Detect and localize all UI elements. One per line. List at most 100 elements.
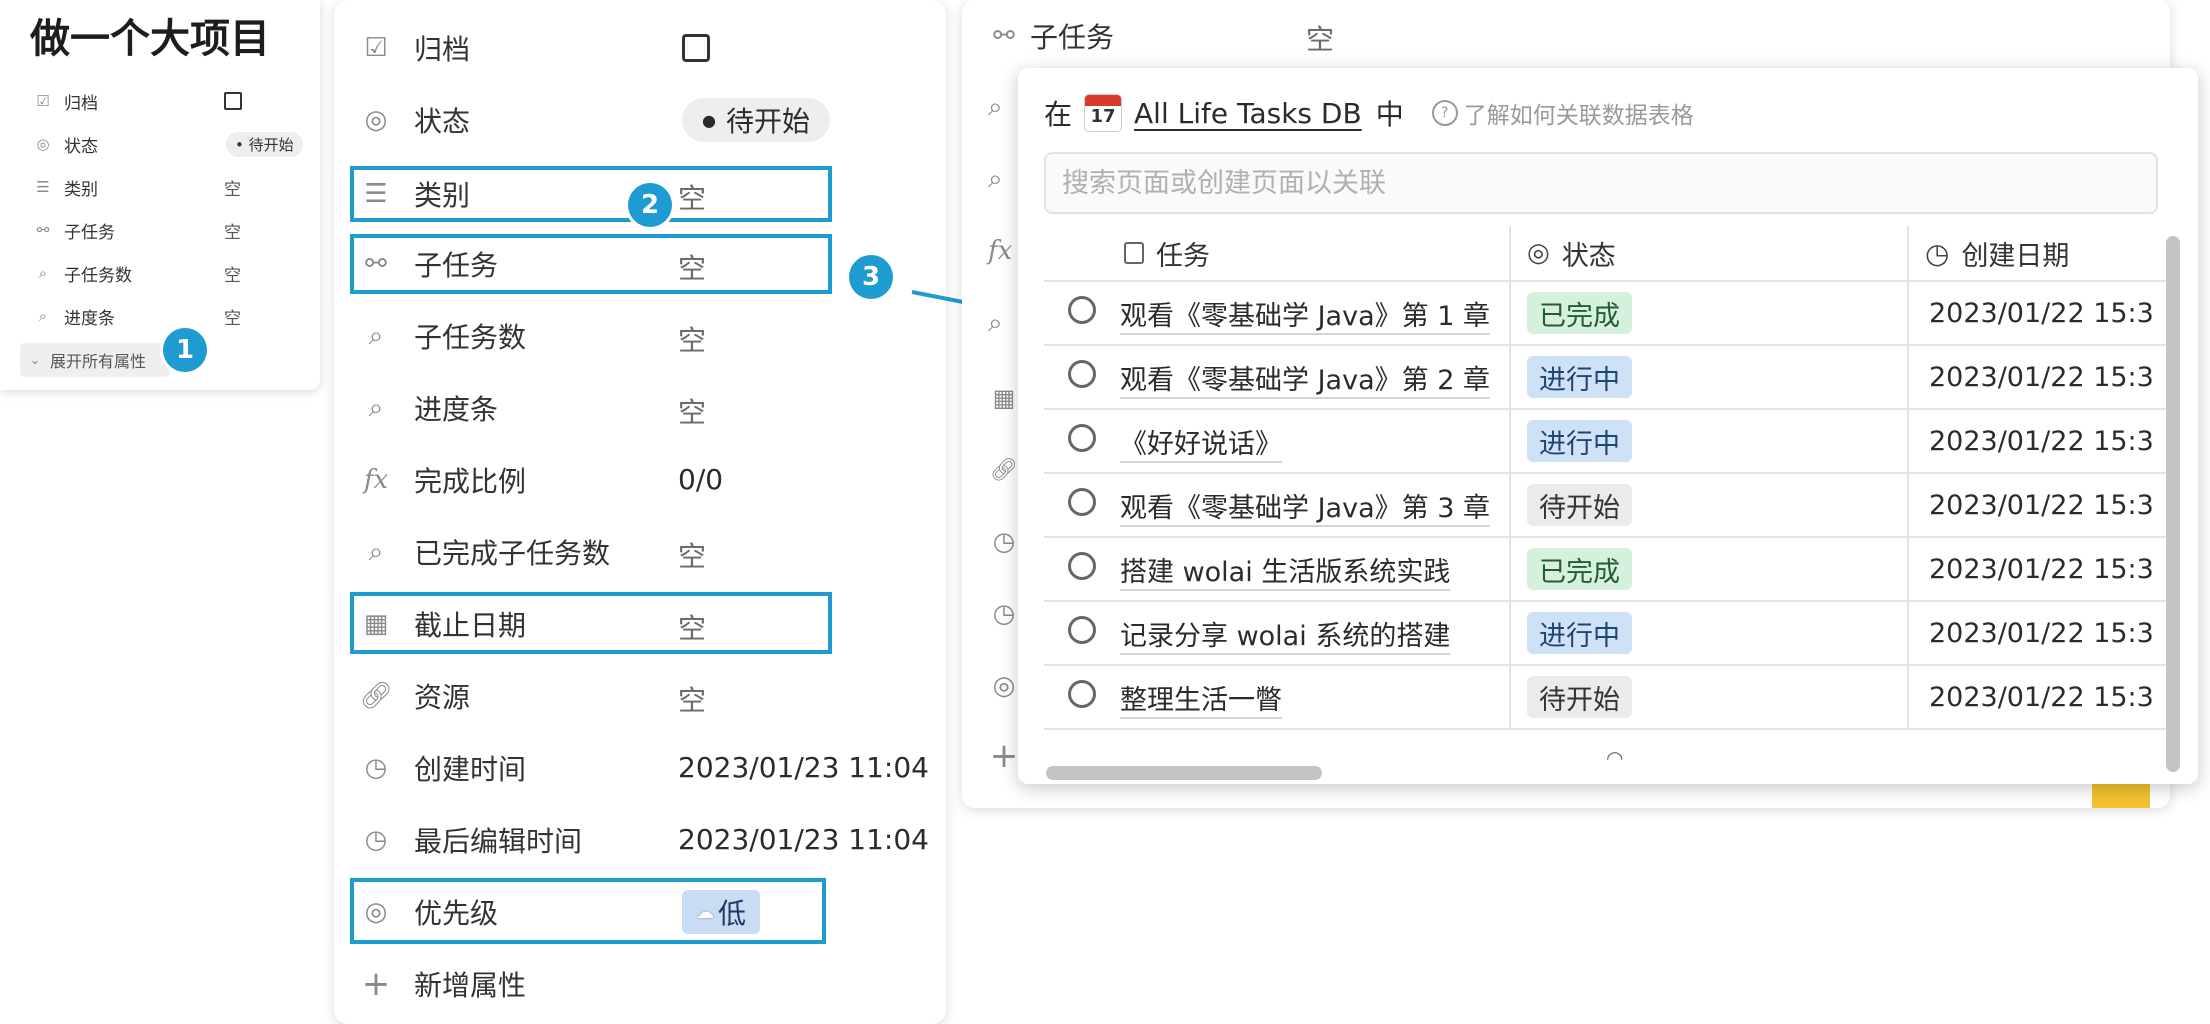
prop-completion[interactable]: fx 完成比例	[360, 453, 920, 507]
row-select-radio[interactable]	[1068, 359, 1096, 388]
column-header-created[interactable]: ◷ 创建日期	[1908, 226, 2178, 282]
calendar-icon: ▦	[992, 384, 1016, 412]
prop-label: 创建时间	[414, 753, 527, 786]
status-pill[interactable]: ● 待开始	[682, 98, 830, 142]
table-row[interactable]: 观看《零基础学 Java》第 3 章 待开始 2023/01/22 15:3	[1044, 473, 2178, 538]
row-select-radio[interactable]	[1068, 487, 1096, 516]
row-select-radio[interactable]	[1068, 679, 1096, 708]
resource-value[interactable]: 空	[678, 679, 706, 719]
list-icon: ☰	[36, 178, 50, 196]
task-name[interactable]: 整理生活一瞥	[1108, 685, 1282, 716]
prop-label: 类别	[64, 179, 98, 200]
row-select-radio[interactable]	[1068, 615, 1096, 644]
help-link[interactable]: ? 了解如何关联数据表格	[1431, 96, 1694, 130]
small-prop-subtask[interactable]: ⚯ 子任务	[32, 215, 115, 245]
table-row[interactable]: 观看《零基础学 Java》第 1 章 已完成 2023/01/22 15:3	[1044, 281, 2178, 346]
relation-search-input[interactable]	[1044, 152, 2158, 214]
small-prop-archive[interactable]: ☑ 归档	[32, 86, 98, 116]
task-name[interactable]: 记录分享 wolai 系统的搭建	[1108, 621, 1450, 652]
vertical-scrollbar[interactable]	[2166, 236, 2180, 772]
chevron-down-icon: ⌄	[29, 352, 41, 368]
horizontal-scrollbar[interactable]	[1046, 766, 1322, 780]
table-row[interactable]: 整理生活一瞥 待开始 2023/01/22 15:3	[1044, 665, 2178, 730]
relation-icon: ⚯	[993, 21, 1015, 51]
right-prop-subtask[interactable]: ⚯ 子任务	[988, 16, 1114, 56]
status-value: 待开始	[248, 135, 294, 154]
prop-label: 最后编辑时间	[414, 825, 583, 858]
status-icon: ◎	[992, 671, 1016, 701]
list-icon: ☰	[364, 179, 388, 209]
created-date: 2023/01/22 15:3	[1908, 281, 2178, 346]
due-date-value[interactable]: 空	[678, 607, 706, 647]
small-archive-checkbox[interactable]	[224, 86, 242, 116]
prop-due-date[interactable]: ▦ 截止日期	[360, 597, 920, 651]
subtask-value[interactable]: 空	[678, 247, 706, 287]
prop-label: 子任务	[1030, 21, 1115, 54]
table-row[interactable]: 记录分享 wolai 系统的搭建 进行中 2023/01/22 15:3	[1044, 601, 2178, 666]
small-prop-progress[interactable]: ⌕ 进度条	[32, 301, 115, 331]
prop-completed-count[interactable]: ⌕ 已完成子任务数	[360, 525, 920, 579]
status-icon: ◎	[364, 897, 388, 927]
table-row[interactable]: 观看《零基础学 Java》第 2 章 进行中 2023/01/22 15:3	[1044, 345, 2178, 410]
small-page-card: 做一个大项目 ☑ 归档 ◎ 状态 • 待开始 ☰ 类别 空 ⚯ 子任务 空 ⌕ …	[0, 0, 320, 390]
add-property-label: 新增属性	[414, 969, 527, 1002]
row-select-radio[interactable]	[1068, 295, 1096, 324]
prop-value[interactable]: 空	[224, 172, 241, 202]
task-name[interactable]: 观看《零基础学 Java》第 1 章	[1108, 301, 1490, 332]
created-date: 2023/01/22 15:3	[1908, 665, 2178, 730]
expand-all-props-button[interactable]: ⌄ 展开所有属性	[20, 343, 170, 377]
column-header-task[interactable]: 任务	[1108, 226, 1511, 282]
status-badge: 待开始	[1527, 484, 1632, 526]
small-prop-subtask-count[interactable]: ⌕ 子任务数	[32, 258, 132, 288]
completed-count-value[interactable]: 空	[678, 535, 706, 575]
status-badge: 待开始	[1527, 676, 1632, 718]
right-subtask-value[interactable]: 空	[1306, 18, 1334, 58]
created-date: 2023/01/22 15:3	[1908, 601, 2178, 666]
prop-value[interactable]: 空	[224, 258, 241, 288]
plus-icon: +	[989, 736, 1019, 776]
prop-value[interactable]: 空	[224, 301, 241, 331]
prop-subtask-count[interactable]: ⌕ 子任务数	[360, 309, 920, 363]
calendar-day: 17	[1090, 106, 1116, 127]
prop-archive[interactable]: ☑ 归档	[360, 21, 920, 75]
completion-value[interactable]: 0/0	[678, 463, 723, 496]
task-name[interactable]: 搭建 wolai 生活版系统实践	[1108, 557, 1450, 588]
clock-icon: ◷	[992, 599, 1016, 629]
prop-subtask[interactable]: ⚯ 子任务	[360, 237, 920, 291]
priority-tag[interactable]: ☁ 低	[682, 890, 761, 934]
task-name[interactable]: 观看《零基础学 Java》第 3 章	[1108, 493, 1490, 524]
progress-value[interactable]: 空	[678, 391, 706, 431]
help-icon: ?	[1431, 100, 1458, 126]
small-prop-category[interactable]: ☰ 类别	[32, 172, 98, 202]
status-badge: 进行中	[1527, 612, 1632, 654]
prop-value[interactable]: 空	[224, 215, 241, 245]
prop-priority[interactable]: ◎ 优先级	[360, 885, 920, 939]
subtask-count-value[interactable]: 空	[678, 319, 706, 359]
table-row[interactable]: 《好好说话》 进行中 2023/01/22 15:3	[1044, 409, 2178, 474]
database-link[interactable]: All Life Tasks DB	[1134, 97, 1362, 130]
clock-icon: ◷	[364, 753, 388, 783]
task-name[interactable]: 《好好说话》	[1108, 429, 1282, 460]
prop-progress[interactable]: ⌕ 进度条	[360, 381, 920, 435]
column-header-status[interactable]: ◎ 状态	[1510, 226, 1909, 282]
annotation-badge-3: 3	[849, 255, 893, 299]
status-badge: 已完成	[1527, 548, 1632, 590]
prop-status[interactable]: ◎ 状态	[360, 93, 920, 147]
small-prop-status[interactable]: ◎ 状态	[32, 129, 98, 159]
small-status-pill[interactable]: • 待开始	[226, 129, 303, 159]
table-row[interactable]: 搭建 wolai 生活版系统实践 已完成 2023/01/22 15:3	[1044, 537, 2178, 602]
lookup-icon: ⌕	[988, 308, 1003, 338]
prop-resource[interactable]: 🔗︎ 资源	[360, 669, 920, 723]
page-title: 做一个大项目	[30, 16, 270, 62]
category-value[interactable]: 空	[678, 177, 706, 217]
row-select-radio[interactable]	[1068, 551, 1096, 580]
add-property-button[interactable]: + 新增属性	[360, 957, 920, 1011]
row-select-radio[interactable]	[1068, 423, 1096, 452]
task-name[interactable]: 观看《零基础学 Java》第 2 章	[1108, 365, 1490, 396]
prop-label: 进度条	[414, 393, 499, 426]
lookup-icon: ⌕	[368, 392, 384, 423]
prop-label: 子任务数	[414, 321, 527, 354]
prop-label: 截止日期	[414, 609, 527, 642]
archive-checkbox[interactable]	[682, 34, 710, 62]
prop-label: 状态	[64, 136, 98, 157]
